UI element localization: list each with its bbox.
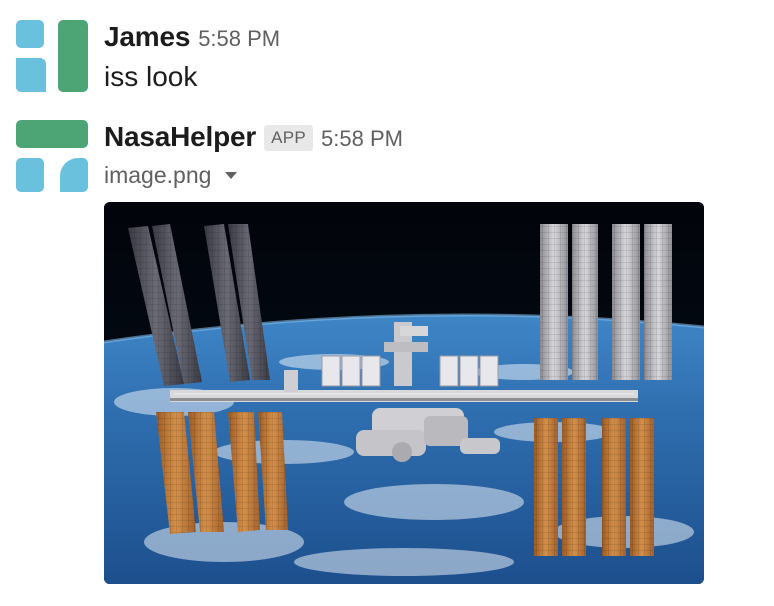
message-timestamp[interactable]: 5:58 PM — [198, 16, 280, 62]
message-header: NasaHelper APP 5:58 PM — [104, 114, 774, 160]
caret-down-icon[interactable] — [225, 171, 238, 179]
attachment-header: image.png — [104, 158, 774, 192]
message-content: James 5:58 PM iss look — [104, 14, 774, 96]
attachment-file-name[interactable]: image.png — [104, 162, 211, 189]
message-content: NasaHelper APP 5:58 PM image.png — [104, 114, 774, 192]
app-badge: APP — [264, 125, 314, 151]
iss-photo — [104, 202, 704, 584]
workspace-logo-icon — [16, 20, 88, 92]
sender-name[interactable]: NasaHelper — [104, 114, 256, 160]
attachment-image[interactable] — [104, 202, 704, 584]
message-text: iss look — [104, 61, 198, 92]
workspace-logo-icon — [16, 120, 88, 192]
message-timestamp[interactable]: 5:58 PM — [321, 116, 403, 162]
nasahelper-avatar[interactable] — [16, 120, 88, 192]
sender-name[interactable]: James — [104, 14, 190, 60]
message-header: James 5:58 PM — [104, 14, 774, 60]
james-avatar[interactable] — [16, 20, 88, 92]
